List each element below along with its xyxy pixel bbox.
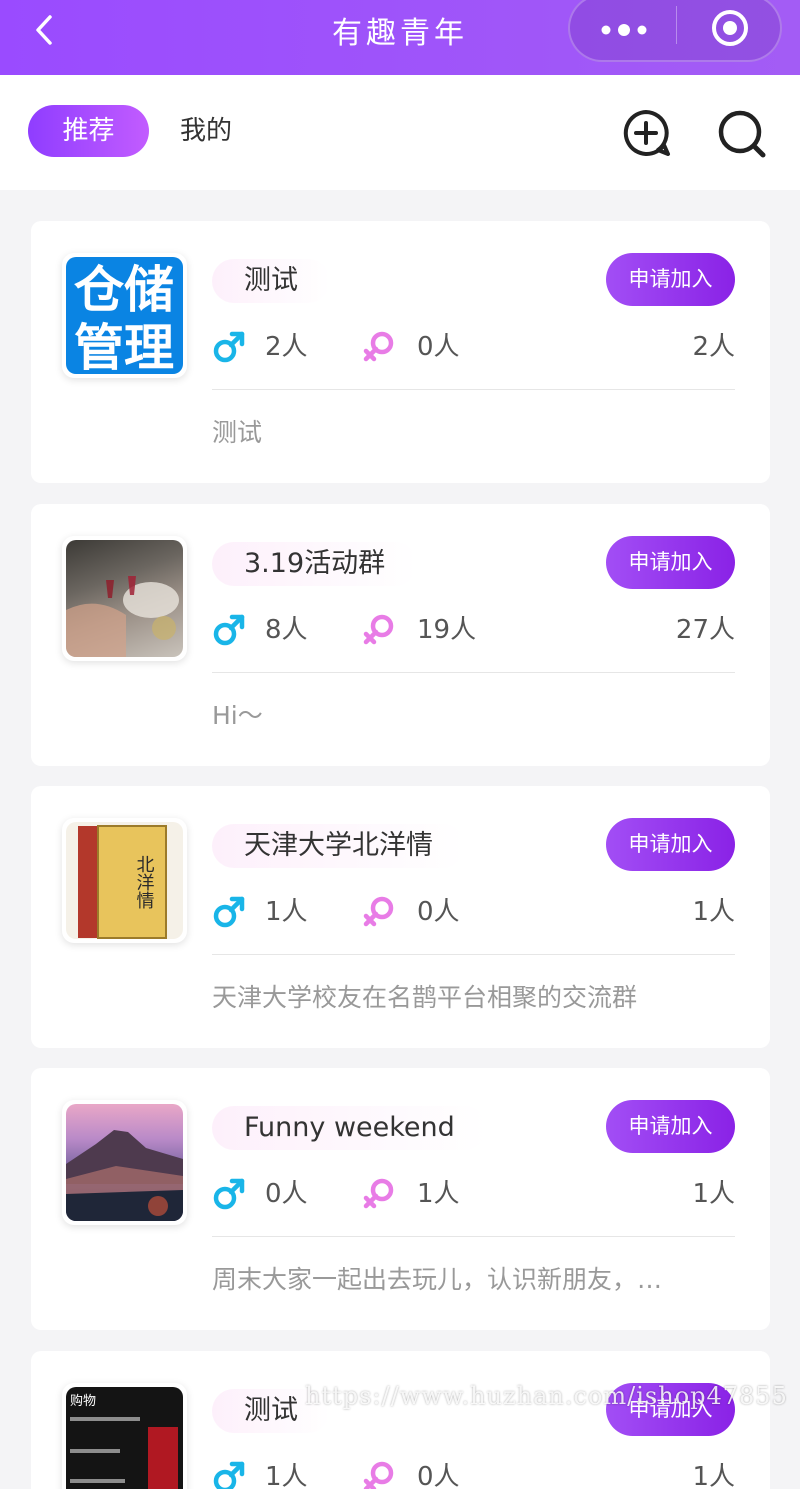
- female-count: 19人: [417, 615, 477, 645]
- male-count: 1人: [265, 1462, 308, 1489]
- watermark-text: https://www.huzhan.com/ishop47855: [305, 1382, 788, 1410]
- volcano-photo-art: [66, 1130, 183, 1221]
- female-icon: [363, 1178, 394, 1209]
- tab-recommend[interactable]: 推荐: [28, 105, 149, 157]
- member-stats: 1人 0人 1人: [212, 1457, 735, 1489]
- member-stats: 8人 19人 27人: [212, 610, 735, 650]
- group-avatar: 北洋情: [62, 818, 187, 943]
- group-avatar: 仓储 管理: [62, 253, 187, 378]
- female-count: 0人: [417, 897, 460, 927]
- group-avatar: 购物: [62, 1383, 187, 1489]
- book-cover: 北洋情: [66, 822, 183, 939]
- total-count: 2人: [692, 332, 735, 362]
- male-count: 8人: [265, 615, 308, 645]
- volcano-photo: [66, 1104, 183, 1221]
- total-count: 1人: [692, 1179, 735, 1209]
- divider: [212, 1236, 735, 1237]
- male-count: 0人: [265, 1179, 308, 1209]
- member-stats: 2人 0人 2人: [212, 327, 735, 367]
- search-icon[interactable]: [716, 108, 768, 160]
- more-dots-icon[interactable]: [600, 16, 648, 44]
- capsule-divider: [676, 6, 677, 44]
- join-button[interactable]: 申请加入: [606, 1100, 735, 1153]
- total-count: 1人: [692, 897, 735, 927]
- poster-text: 购物: [70, 1393, 96, 1409]
- group-card[interactable]: 仓储 管理 测试 申请加入 2人 0人 2人 测试: [31, 221, 770, 483]
- group-description: 周末大家一起出去玩儿，认识新朋友，…: [212, 1265, 663, 1294]
- join-button[interactable]: 申请加入: [606, 536, 735, 589]
- total-count: 27人: [675, 615, 735, 645]
- group-description: Hi～: [212, 701, 263, 730]
- book-title-text: 北洋情: [134, 855, 155, 910]
- group-card[interactable]: Funny weekend 申请加入 0人 1人 1人 周末大家一起出去玩儿，认…: [31, 1068, 770, 1330]
- group-name: 测试: [212, 259, 330, 303]
- male-icon: [213, 614, 245, 646]
- group-card[interactable]: 北洋情 天津大学北洋情 申请加入 1人 0人 1人 天津大学校友在名鹊平台相聚的…: [31, 786, 770, 1048]
- tab-bar: 推荐 我的: [0, 75, 800, 190]
- join-button[interactable]: 申请加入: [606, 253, 735, 306]
- group-avatar: [62, 536, 187, 661]
- female-count: 0人: [417, 1462, 460, 1489]
- divider: [212, 672, 735, 673]
- join-button[interactable]: 申请加入: [606, 818, 735, 871]
- male-count: 1人: [265, 897, 308, 927]
- total-count: 1人: [692, 1462, 735, 1489]
- logo-text-2: 管理: [74, 319, 174, 374]
- female-count: 0人: [417, 332, 460, 362]
- group-name: 3.19活动群: [212, 542, 418, 586]
- group-card[interactable]: 3.19活动群 申请加入 8人 19人 27人 Hi～: [31, 504, 770, 766]
- male-icon: [213, 896, 245, 928]
- book-cover-art: 北洋情: [78, 825, 167, 939]
- group-description: 测试: [212, 418, 263, 447]
- divider: [212, 389, 735, 390]
- group-card[interactable]: 购物 测试 申请加入 1人 0人 1人: [31, 1351, 770, 1489]
- female-icon: [363, 331, 394, 362]
- add-group-icon[interactable]: [620, 108, 672, 160]
- shopping-poster-art: 购物: [70, 1393, 178, 1489]
- group-name: 天津大学北洋情: [212, 824, 465, 868]
- dinner-photo-art: [66, 576, 179, 657]
- male-icon: [213, 331, 245, 363]
- group-name: Funny weekend: [212, 1106, 487, 1150]
- tab-mine[interactable]: 我的: [180, 105, 232, 157]
- mini-program-capsule: [568, 0, 782, 62]
- warehouse-logo: 仓储 管理: [66, 257, 183, 374]
- logo-text-1: 仓储: [74, 261, 174, 319]
- female-icon: [363, 1461, 394, 1489]
- male-count: 2人: [265, 332, 308, 362]
- female-count: 1人: [417, 1179, 460, 1209]
- female-icon: [363, 896, 394, 927]
- male-icon: [213, 1178, 245, 1210]
- warehouse-logo-text: 仓储 管理: [74, 261, 174, 374]
- close-target-icon[interactable]: [710, 8, 750, 48]
- member-stats: 0人 1人 1人: [212, 1174, 735, 1214]
- divider: [212, 954, 735, 955]
- group-avatar: [62, 1100, 187, 1225]
- male-icon: [213, 1461, 245, 1489]
- dinner-photo: [66, 540, 183, 657]
- female-icon: [363, 614, 394, 645]
- member-stats: 1人 0人 1人: [212, 892, 735, 932]
- top-navigation-bar: 有趣青年: [0, 0, 800, 75]
- shopping-poster: 购物: [66, 1387, 183, 1489]
- group-description: 天津大学校友在名鹊平台相聚的交流群: [212, 983, 638, 1012]
